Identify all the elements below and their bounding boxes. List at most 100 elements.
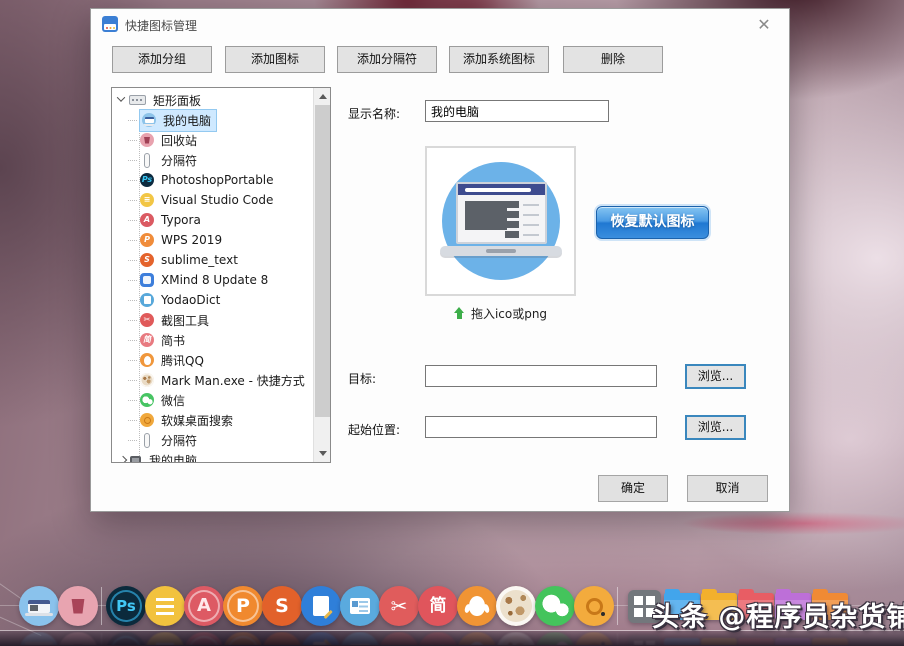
markman-icon (496, 632, 536, 645)
dock-item-vscode (145, 632, 185, 645)
start-location-browse-button[interactable]: 浏览... (685, 415, 746, 440)
tree-item-sublime[interactable]: S sublime_text (112, 250, 240, 270)
wps-icon: P (140, 233, 154, 247)
dock-folder-purple (775, 639, 811, 646)
tree-item-recycle-bin[interactable]: 回收站 (112, 130, 199, 150)
target-input[interactable] (425, 365, 657, 387)
dock-item-recycle-bin[interactable] (58, 586, 98, 626)
dock-item-photoshop[interactable]: Ps (106, 586, 146, 626)
green-up-arrow-icon (454, 307, 465, 320)
dock-item-jianshu: 简 (418, 632, 458, 645)
sublime-icon: S (140, 253, 154, 267)
dock-item-photoshop: Ps (106, 632, 146, 645)
tree-item-my-computer-group[interactable]: 我的电脑 (112, 450, 199, 463)
tree-item-typora[interactable]: A Typora (112, 210, 203, 230)
add-system-icon-button[interactable]: 添加系统图标 (449, 46, 549, 73)
separator-bar-icon (144, 153, 150, 168)
tree-item-wps[interactable]: P WPS 2019 (112, 230, 224, 250)
document-icon (313, 596, 329, 616)
document-icon (313, 642, 329, 645)
trash-icon (71, 645, 85, 646)
dock-item-vscode[interactable] (145, 586, 185, 626)
scissors-icon: ✂ (391, 596, 408, 616)
add-icon-button[interactable]: 添加图标 (225, 46, 325, 73)
scrollbar-thumb[interactable] (315, 105, 330, 417)
dock-item-yodao[interactable] (340, 586, 380, 626)
start-location-label: 起始位置: (348, 421, 400, 438)
tree-item-vscode[interactable]: ≡ Visual Studio Code (112, 190, 275, 210)
tree-item-qq[interactable]: 腾讯QQ (112, 350, 206, 370)
magnifier-icon (586, 644, 603, 646)
tree-item-jianshu[interactable]: 简 简书 (112, 330, 187, 350)
dock-item-yodao (340, 632, 380, 645)
dock-item-wps: P (223, 632, 263, 645)
tree-item-separator-2[interactable]: 分隔符 (112, 430, 199, 450)
vscode-icon: ≡ (140, 193, 154, 207)
jianshu-icon: 简 (430, 598, 447, 615)
tree-item-my-computer[interactable]: 我的电脑 (112, 110, 216, 130)
chevron-right-icon (119, 456, 127, 463)
xmind-icon (140, 273, 154, 287)
dock-item-jianshu[interactable]: 简 (418, 586, 458, 626)
dock-item-markman[interactable] (496, 586, 536, 626)
sublime-icon: S (275, 597, 289, 616)
scroll-down-icon[interactable] (314, 445, 331, 462)
ok-button[interactable]: 确定 (598, 475, 668, 502)
close-icon[interactable]: ✕ (753, 14, 775, 36)
scissors-icon: ✂ (391, 642, 408, 645)
dock-item-ruanmei-search[interactable] (574, 586, 614, 626)
dock-separator (617, 587, 618, 625)
tree-item-yodao[interactable]: YodaoDict (112, 290, 222, 310)
title-bar[interactable]: 快捷图标管理 ✕ (91, 9, 789, 39)
tree-item-xmind[interactable]: XMind 8 Update 8 (112, 270, 270, 290)
wechat-icon (540, 640, 570, 645)
dock-item-typora[interactable]: A (184, 586, 224, 626)
tree-item-wechat[interactable]: 微信 (112, 390, 187, 410)
app-icon (102, 16, 118, 32)
yodao-dict-icon (140, 293, 154, 307)
dock-folder-red (738, 639, 774, 646)
add-separator-button[interactable]: 添加分隔符 (337, 46, 437, 73)
dock-item-recycle-bin (58, 632, 98, 645)
icon-preview[interactable] (425, 146, 576, 296)
wechat-icon (140, 393, 154, 407)
dictionary-icon (350, 598, 370, 614)
display-name-label: 显示名称: (348, 105, 400, 122)
target-browse-button[interactable]: 浏览... (685, 364, 746, 389)
dock-item-wechat[interactable] (535, 586, 575, 626)
jianshu-icon: 简 (430, 644, 447, 646)
tree-scrollbar[interactable] (313, 88, 330, 462)
magnifier-icon (140, 413, 154, 427)
list-bars-icon (156, 644, 174, 646)
dock-item-xmind[interactable] (301, 586, 341, 626)
trash-icon (140, 133, 154, 147)
tree-item-ruanmei-search[interactable]: 软媒桌面搜索 (112, 410, 235, 430)
dock-item-sublime[interactable]: S (262, 586, 302, 626)
qq-penguin-icon (140, 353, 154, 367)
dictionary-icon (350, 644, 370, 645)
add-group-button[interactable]: 添加分组 (112, 46, 212, 73)
display-name-input[interactable] (425, 100, 609, 122)
dock-item-wps[interactable]: P (223, 586, 263, 626)
tree-item-photoshop[interactable]: Ps PhotoshopPortable (112, 170, 276, 190)
dock-item-ruanmei-search (574, 632, 614, 645)
magnifier-icon (586, 598, 603, 615)
dock-item-my-computer[interactable] (19, 586, 59, 626)
delete-button[interactable]: 删除 (563, 46, 663, 73)
scroll-up-icon[interactable] (314, 88, 331, 105)
tree-root[interactable]: 矩形面板 (112, 90, 203, 110)
shortcut-manager-window: 快捷图标管理 ✕ 添加分组 添加图标 添加分隔符 添加系统图标 删除 矩形面板 … (90, 8, 790, 512)
cancel-button[interactable]: 取消 (687, 475, 768, 502)
tree-item-snip-tool[interactable]: ✂ 截图工具 (112, 310, 211, 330)
laptop-icon (142, 113, 156, 127)
tree-item-markman[interactable]: Mark Man.exe - 快捷方式 (112, 370, 307, 390)
dock-item-qq[interactable] (457, 586, 497, 626)
tree-item-separator[interactable]: 分隔符 (112, 150, 199, 170)
target-label: 目标: (348, 370, 376, 387)
qq-penguin-icon (469, 642, 485, 645)
dock-item-snip-tool[interactable]: ✂ (379, 586, 419, 626)
sublime-icon: S (275, 643, 289, 646)
dock-separator (617, 633, 618, 645)
start-location-input[interactable] (425, 416, 657, 438)
restore-default-icon-button[interactable]: 恢复默认图标 (596, 206, 709, 239)
